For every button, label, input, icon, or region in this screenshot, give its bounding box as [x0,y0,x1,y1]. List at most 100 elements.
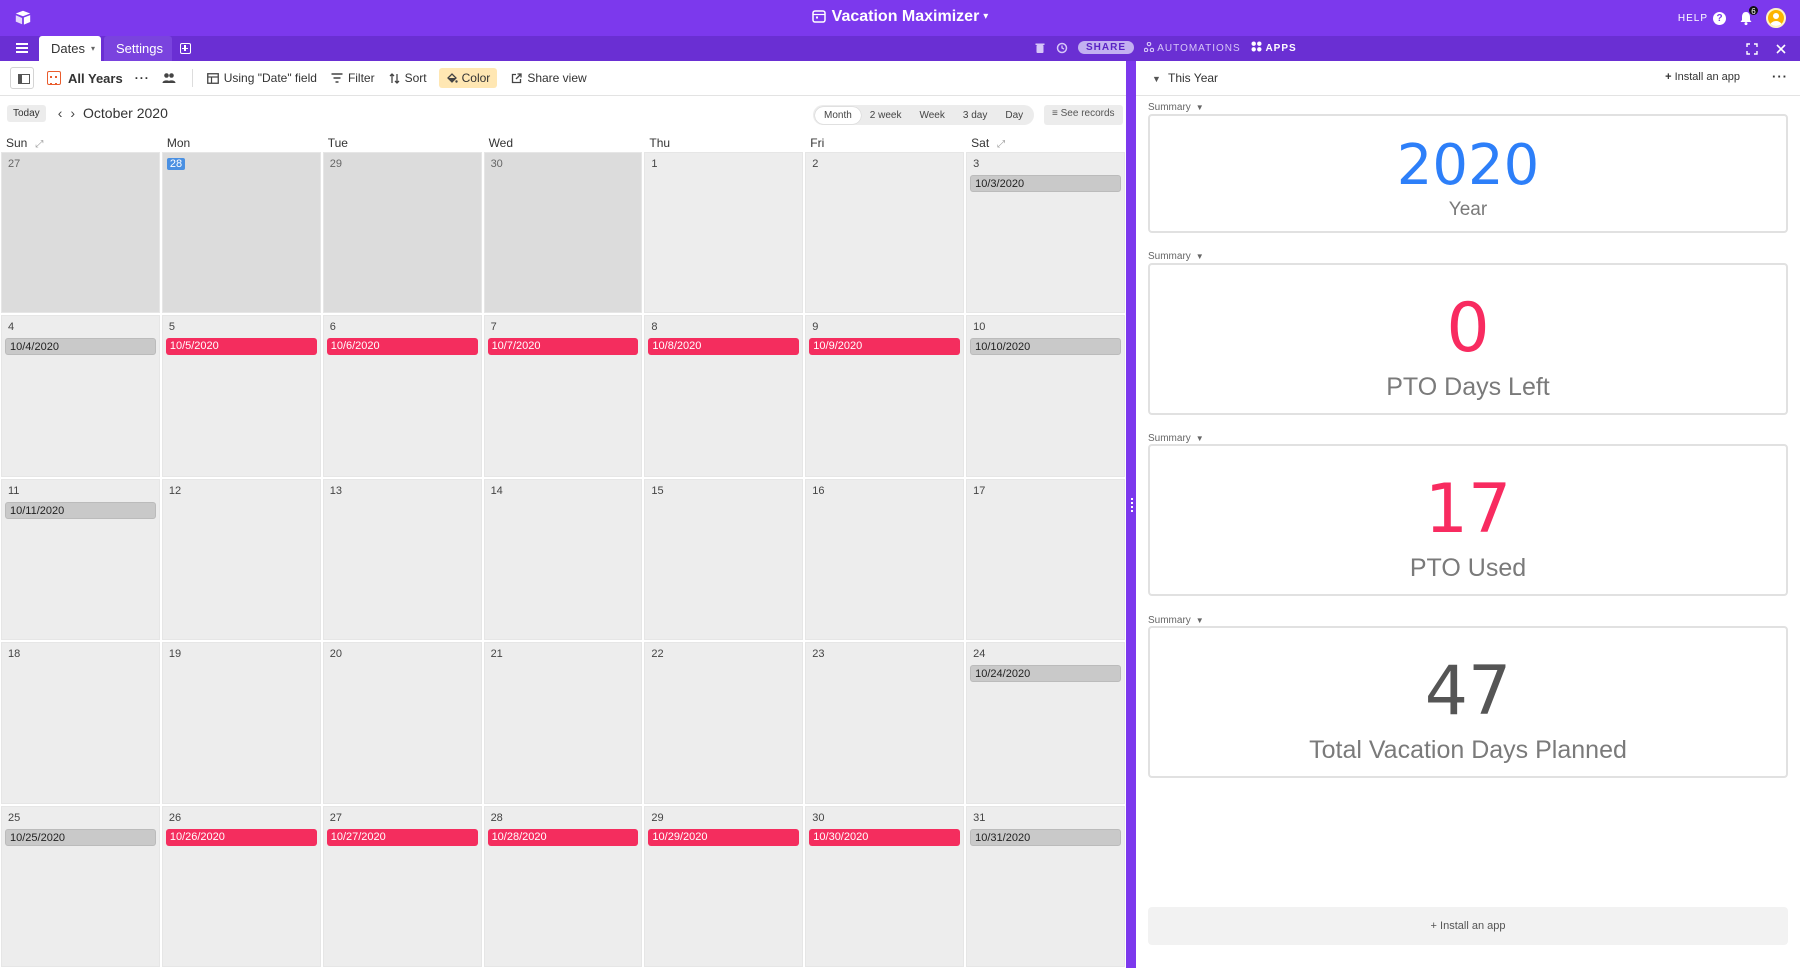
day-cell[interactable]: 30 10/30/2020 [805,805,965,967]
day-cell[interactable]: 22 [644,642,804,804]
see-records-button[interactable]: ≡ See records [1044,105,1123,125]
more-options-icon[interactable]: ··· [135,71,150,85]
calendar-event[interactable]: 10/27/2020 [326,828,478,846]
day-cell[interactable]: 27 [1,152,160,314]
sort-button[interactable]: Sort [389,71,427,85]
notifications-button[interactable]: 6 [1738,5,1759,26]
calendar-event[interactable]: 10/28/2020 [487,828,639,846]
day-cell[interactable]: 9 10/9/2020 [805,315,965,477]
table-tab-bar: Dates ▾ Settings SHARE AUTOMATIONS APPS [0,36,1800,61]
range-option[interactable]: 2 week [861,107,911,124]
day-cell[interactable]: 17 [966,478,1125,641]
day-cell[interactable]: 13 [322,478,482,641]
calendar-event[interactable]: 10/9/2020 [809,338,961,356]
install-app-button[interactable]: + Install an app [1665,71,1740,83]
day-cell[interactable]: 24 10/24/2020 [966,642,1125,804]
day-cell[interactable]: 29 10/29/2020 [644,805,804,967]
add-table-icon[interactable] [180,43,191,54]
pane-divider[interactable] [1126,61,1136,968]
tab-settings[interactable]: Settings [104,36,172,61]
calendar-event[interactable]: 10/31/2020 [970,828,1121,846]
automations-button[interactable]: AUTOMATIONS [1143,41,1241,54]
summary-block-label[interactable]: Summary ▼ [1148,615,1204,626]
day-cell[interactable]: 5 10/5/2020 [161,315,321,477]
dashboard-name[interactable]: This Year [1168,71,1218,85]
apps-button[interactable]: APPS [1251,41,1297,54]
day-cell[interactable]: 21 [483,642,643,804]
fullscreen-icon[interactable] [1746,43,1758,55]
day-cell[interactable]: 8 10/8/2020 [644,315,804,477]
summary-block-label[interactable]: Summary ▼ [1148,433,1204,444]
day-cell[interactable]: 10 10/10/2020 [966,315,1125,477]
calendar-event[interactable]: 10/29/2020 [648,828,800,846]
day-cell[interactable]: 15 [644,478,804,641]
day-cell[interactable]: 4 10/4/2020 [1,315,160,477]
calendar-event[interactable]: 10/3/2020 [970,175,1121,192]
day-cell[interactable]: 6 10/6/2020 [322,315,482,477]
day-cell[interactable]: 28 10/28/2020 [483,805,643,967]
day-cell[interactable]: 23 [805,642,965,804]
day-cell[interactable]: 7 10/7/2020 [483,315,643,477]
calendar-event[interactable]: 10/30/2020 [809,828,961,846]
day-cell[interactable]: 26 10/26/2020 [161,805,321,967]
chevron-down-icon[interactable]: ▾ [91,44,95,53]
calendar-event[interactable]: 10/10/2020 [970,338,1121,356]
calendar-event[interactable]: 10/5/2020 [165,338,317,356]
day-cell[interactable]: 25 10/25/2020 [1,805,160,967]
range-option[interactable]: Day [996,107,1032,124]
calendar-event[interactable]: 10/6/2020 [326,338,478,356]
day-cell[interactable]: 29 [322,152,482,314]
more-options-icon[interactable]: ··· [1772,69,1788,84]
day-cell[interactable]: 18 [1,642,160,804]
day-cell[interactable]: 11 10/11/2020 [1,478,160,641]
collapse-weekend-icon[interactable]: ⤢ [35,139,43,150]
date-field-button[interactable]: Using "Date" field [206,71,317,85]
calendar-event[interactable]: 10/11/2020 [5,501,156,519]
user-avatar[interactable] [1766,8,1786,28]
hamburger-menu-icon[interactable] [16,43,28,53]
day-cell[interactable]: 30 [483,152,643,314]
calendar-event[interactable]: 10/25/2020 [5,828,156,846]
range-option[interactable]: Week [910,107,953,124]
toggle-sidebar-button[interactable] [10,67,34,89]
day-cell[interactable]: 28 [161,152,321,314]
calendar-event[interactable]: 10/7/2020 [487,338,639,356]
day-cell[interactable]: 16 [805,478,965,641]
install-app-footer-button[interactable]: + Install an app [1148,907,1788,945]
chevron-down-icon[interactable]: ▼ [1152,74,1161,84]
summary-block-label[interactable]: Summary ▼ [1148,251,1204,262]
color-button[interactable]: Color [438,68,498,88]
history-icon[interactable] [1056,42,1068,54]
collaborators-icon[interactable] [162,72,176,84]
tab-dates[interactable]: Dates ▾ [39,36,101,61]
share-button[interactable]: SHARE [1078,41,1135,54]
calendar-event[interactable]: 10/26/2020 [165,828,317,846]
base-title[interactable]: Vacation Maximizer ▾ [0,8,1800,26]
day-cell[interactable]: 12 [161,478,321,641]
day-cell[interactable]: 19 [161,642,321,804]
resize-handle-icon[interactable] [1131,498,1133,512]
day-cell[interactable]: 27 10/27/2020 [322,805,482,967]
close-icon[interactable] [1776,44,1786,54]
filter-button[interactable]: Filter [331,71,375,85]
summary-block-label[interactable]: Summary ▼ [1148,102,1204,113]
calendar-event[interactable]: 10/4/2020 [5,338,156,356]
day-cell[interactable]: 2 [805,152,965,314]
range-option[interactable]: Month [815,106,861,124]
help-button[interactable]: HELP? [1678,11,1726,25]
calendar-event[interactable]: 10/8/2020 [648,338,800,356]
previous-month-icon[interactable]: ‹ [58,105,63,121]
day-cell[interactable]: 1 [644,152,804,314]
day-cell[interactable]: 20 [322,642,482,804]
day-cell[interactable]: 31 10/31/2020 [966,805,1125,967]
range-option[interactable]: 3 day [954,107,996,124]
next-month-icon[interactable]: › [70,105,75,121]
day-cell[interactable]: 14 [483,478,643,641]
view-name[interactable]: All Years [68,71,123,86]
share-view-button[interactable]: Share view [511,71,587,85]
day-cell[interactable]: 3 10/3/2020 [966,152,1125,314]
today-button[interactable]: Today [7,104,46,122]
calendar-event[interactable]: 10/24/2020 [970,665,1121,683]
collapse-weekend-icon[interactable]: ⤢ [997,139,1005,150]
trash-icon[interactable] [1034,42,1046,54]
